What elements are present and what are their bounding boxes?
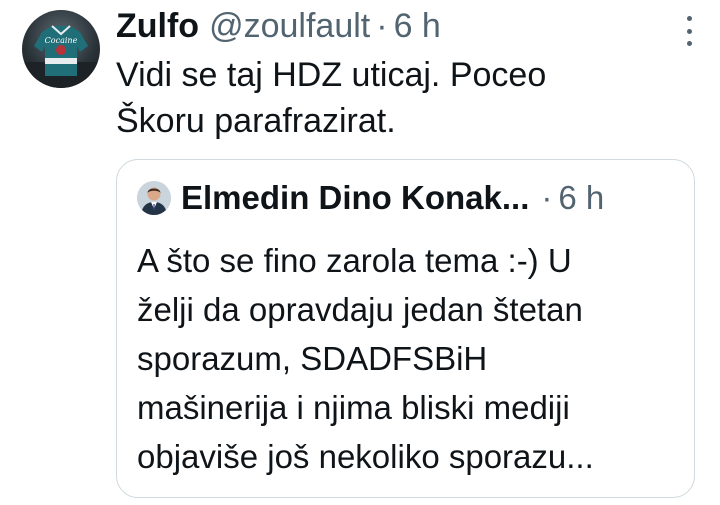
tweet-text: Vidi se taj HDZ uticaj. Poceo Škoru para… xyxy=(116,52,676,144)
more-options-button[interactable] xyxy=(684,16,694,46)
person-in-suit-avatar-icon xyxy=(137,181,171,215)
author-avatar[interactable]: Cocaine xyxy=(22,10,100,88)
quoted-tweet-text: A što se fino zarola tema :-) U želji da… xyxy=(137,236,677,481)
separator-dot: · xyxy=(376,7,388,45)
author-handle[interactable]: @zoulfault xyxy=(209,4,370,48)
quoted-tweet-card[interactable]: Elmedin Dino Konak... · 6 h A što se fin… xyxy=(116,159,695,498)
tweet-text-line: Škoru parafrazirat. xyxy=(116,102,396,140)
quoted-author-avatar xyxy=(137,181,171,215)
quoted-text-line: mašinerija i njima bliski mediji xyxy=(137,389,570,426)
quoted-author-name[interactable]: Elmedin Dino Konak... xyxy=(181,179,529,217)
quoted-tweet-timestamp[interactable]: 6 h xyxy=(558,179,604,217)
quoted-text-line: objaviše još nekoliko sporazu... xyxy=(137,438,594,475)
author-display-name[interactable]: Zulfo xyxy=(116,4,199,48)
separator-dot: · xyxy=(541,179,553,216)
tweet-timestamp[interactable]: 6 h xyxy=(394,4,441,48)
quoted-text-line: A što se fino zarola tema :-) U xyxy=(137,242,572,279)
more-vertical-icon xyxy=(686,16,692,21)
svg-text:Cocaine: Cocaine xyxy=(45,36,78,45)
hockey-jersey-avatar-icon: Cocaine xyxy=(22,25,100,88)
quoted-tweet-header: Elmedin Dino Konak... · 6 h xyxy=(137,176,604,220)
quoted-text-line: sporazum, SDADFSBiH xyxy=(137,340,488,377)
quoted-text-line: želji da opravdaju jedan štetan xyxy=(137,291,583,328)
tweet-header: Zulfo @zoulfault · 6 h xyxy=(116,4,441,48)
tweet-text-line: Vidi se taj HDZ uticaj. Poceo xyxy=(116,56,547,94)
